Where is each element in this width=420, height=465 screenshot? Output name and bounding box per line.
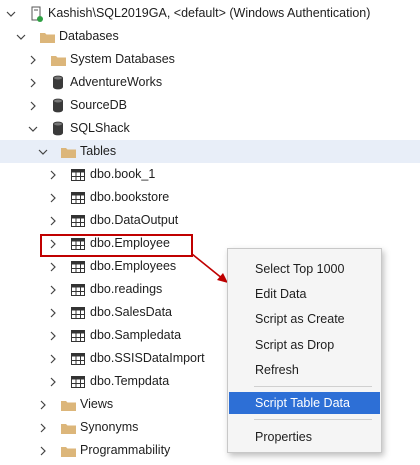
chevron-down-icon[interactable] — [26, 122, 40, 136]
menu-separator — [254, 386, 372, 387]
tree-node-sourcedb[interactable]: SourceDB — [0, 94, 420, 117]
folder-icon — [60, 144, 76, 160]
chevron-right-icon[interactable] — [46, 191, 60, 205]
table-label: dbo.readings — [90, 282, 163, 296]
chevron-right-icon[interactable] — [36, 421, 50, 435]
sqlshack-label: SQLShack — [70, 121, 130, 135]
tree-node-server[interactable]: Kashish\SQL2019GA, <default> (Windows Au… — [0, 2, 420, 25]
table-label: dbo.Sampledata — [90, 328, 182, 342]
adventureworks-label: AdventureWorks — [70, 75, 163, 89]
table-row[interactable]: dbo.DataOutput — [0, 209, 420, 232]
chevron-right-icon[interactable] — [46, 329, 60, 343]
chevron-right-icon[interactable] — [46, 260, 60, 274]
table-icon — [70, 305, 86, 321]
programmability-label: Programmability — [80, 443, 171, 457]
chevron-right-icon[interactable] — [46, 375, 60, 389]
table-label: dbo.Tempdata — [90, 374, 170, 388]
tables-label: Tables — [80, 144, 117, 158]
chevron-down-icon[interactable] — [14, 30, 28, 44]
chevron-right-icon[interactable] — [26, 76, 40, 90]
callout-highlight-box — [40, 234, 193, 257]
database-icon — [50, 75, 66, 91]
chevron-right-icon[interactable] — [46, 214, 60, 228]
table-icon — [70, 259, 86, 275]
tree-node-databases[interactable]: Databases — [0, 25, 420, 48]
chevron-right-icon[interactable] — [36, 398, 50, 412]
system-databases-label: System Databases — [70, 52, 175, 66]
table-label: dbo.bookstore — [90, 190, 170, 204]
chevron-down-icon[interactable] — [4, 7, 18, 21]
folder-icon — [60, 443, 76, 459]
table-icon — [70, 167, 86, 183]
table-label: dbo.SSISDataImport — [90, 351, 205, 365]
menu-item-refresh[interactable]: Refresh — [229, 359, 380, 381]
views-label: Views — [80, 397, 114, 411]
chevron-right-icon[interactable] — [46, 283, 60, 297]
server-icon — [29, 6, 45, 22]
database-icon — [50, 121, 66, 137]
table-label: dbo.book_1 — [90, 167, 156, 181]
table-row[interactable]: dbo.book_1 — [0, 163, 420, 186]
table-icon — [70, 374, 86, 390]
menu-separator — [254, 419, 372, 420]
sourcedb-label: SourceDB — [70, 98, 127, 112]
menu-item-script-table-data[interactable]: Script Table Data — [229, 392, 380, 414]
database-icon — [50, 98, 66, 114]
server-label: Kashish\SQL2019GA, <default> (Windows Au… — [48, 6, 371, 20]
menu-item-select-top-1000[interactable]: Select Top 1000 — [229, 258, 380, 280]
chevron-right-icon[interactable] — [46, 168, 60, 182]
table-icon — [70, 190, 86, 206]
folder-icon — [39, 29, 55, 45]
menu-item-edit-data[interactable]: Edit Data — [229, 283, 380, 305]
folder-icon — [60, 397, 76, 413]
folder-icon — [60, 420, 76, 436]
table-icon — [70, 213, 86, 229]
tree-node-sqlshack[interactable]: SQLShack — [0, 117, 420, 140]
tree-node-system-databases[interactable]: System Databases — [0, 48, 420, 71]
menu-item-script-as-drop[interactable]: Script as Drop — [229, 334, 380, 356]
table-icon — [70, 328, 86, 344]
databases-label: Databases — [59, 29, 119, 43]
context-menu: Select Top 1000 Edit Data Script as Crea… — [227, 248, 382, 453]
chevron-right-icon[interactable] — [46, 352, 60, 366]
synonyms-label: Synonyms — [80, 420, 139, 434]
chevron-right-icon[interactable] — [46, 306, 60, 320]
chevron-down-icon[interactable] — [36, 145, 50, 159]
menu-item-properties[interactable]: Properties — [229, 426, 380, 448]
menu-item-script-as-create[interactable]: Script as Create — [229, 308, 380, 330]
table-icon — [70, 351, 86, 367]
tree-node-tables[interactable]: Tables — [0, 140, 420, 163]
table-label: dbo.SalesData — [90, 305, 173, 319]
table-label: dbo.Employees — [90, 259, 177, 273]
table-row[interactable]: dbo.bookstore — [0, 186, 420, 209]
callout-arrow — [191, 253, 228, 283]
table-icon — [70, 282, 86, 298]
chevron-right-icon[interactable] — [36, 444, 50, 458]
chevron-right-icon[interactable] — [26, 53, 40, 67]
table-label: dbo.DataOutput — [90, 213, 179, 227]
folder-icon — [50, 52, 66, 68]
chevron-right-icon[interactable] — [26, 99, 40, 113]
tree-node-adventureworks[interactable]: AdventureWorks — [0, 71, 420, 94]
